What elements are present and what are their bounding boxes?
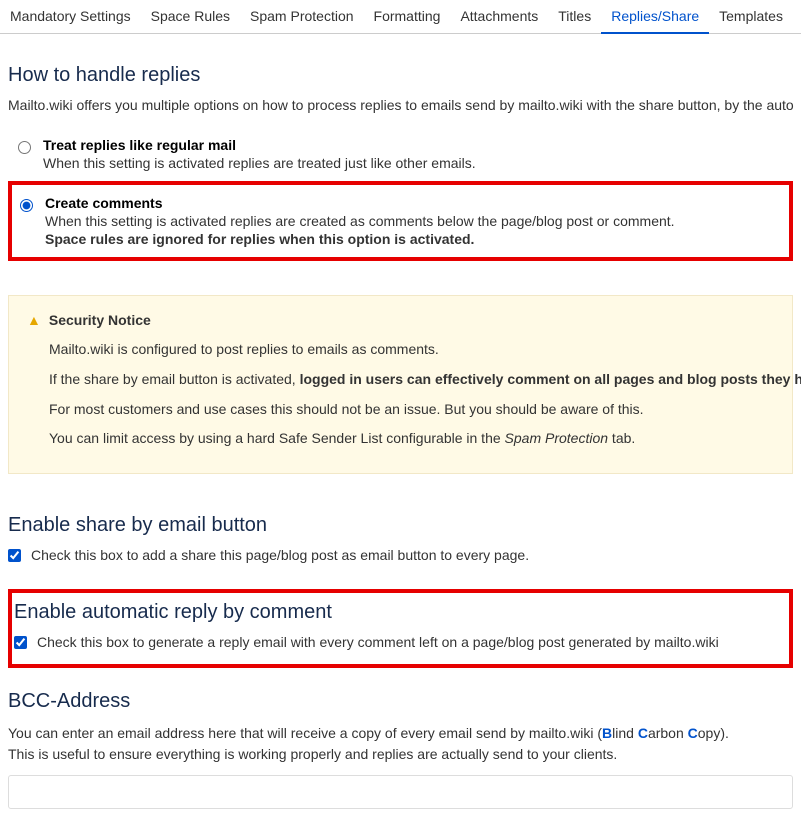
heading-handle-replies: How to handle replies: [8, 64, 793, 87]
radio-create-comments[interactable]: [20, 199, 33, 212]
checkbox-auto-reply[interactable]: [14, 636, 27, 649]
security-notice: ▲ Security Notice Mailto.wiki is configu…: [8, 295, 793, 474]
section-bcc: BCC-Address You can enter an email addre…: [8, 690, 793, 809]
option1-desc: When this setting is activated replies a…: [43, 155, 476, 171]
warning-icon: ▲: [27, 312, 41, 328]
intro-text: Mailto.wiki offers you multiple options …: [8, 97, 793, 113]
notice-line4: You can limit access by using a hard Saf…: [49, 427, 774, 451]
heading-auto-reply: Enable automatic reply by comment: [14, 601, 781, 624]
heading-bcc: BCC-Address: [8, 690, 793, 713]
tab-mandatory-settings[interactable]: Mandatory Settings: [0, 0, 141, 33]
tab-replies-share[interactable]: Replies/Share: [601, 0, 709, 34]
tab-attachments[interactable]: Attachments: [450, 0, 548, 33]
highlight-box-1: 1. Create comments When this setting is …: [8, 181, 793, 261]
bcc-address-input[interactable]: [8, 775, 793, 809]
option2-desc: When this setting is activated replies a…: [45, 213, 675, 229]
highlight-box-2: 2. Enable automatic reply by comment Che…: [8, 589, 793, 668]
radio-treat-regular[interactable]: [18, 141, 31, 154]
bcc-description: You can enter an email address here that…: [8, 723, 793, 765]
notice-line1: Mailto.wiki is configured to post replie…: [49, 338, 774, 362]
tab-bar: Mandatory Settings Space Rules Spam Prot…: [0, 0, 801, 34]
checkbox-share-label: Check this box to add a share this page/…: [31, 547, 529, 563]
notice-line2: If the share by email button is activate…: [49, 368, 774, 392]
option2-bold: Space rules are ignored for replies when…: [45, 231, 675, 247]
option1-title: Treat replies like regular mail: [43, 137, 476, 153]
checkbox-share-button[interactable]: [8, 549, 21, 562]
tab-space-rules[interactable]: Space Rules: [141, 0, 240, 33]
heading-share-button: Enable share by email button: [8, 514, 793, 537]
tab-formatting[interactable]: Formatting: [364, 0, 451, 33]
tab-spam-protection[interactable]: Spam Protection: [240, 0, 364, 33]
notice-line3: For most customers and use cases this sh…: [49, 398, 774, 422]
notice-title: Security Notice: [49, 312, 151, 328]
radio-row-regular-mail: Treat replies like regular mail When thi…: [8, 131, 793, 177]
tab-titles[interactable]: Titles: [548, 0, 601, 33]
tab-save[interactable]: Save/L: [793, 0, 801, 33]
section-share-button: Enable share by email button Check this …: [8, 514, 793, 563]
checkbox-auto-reply-label: Check this box to generate a reply email…: [37, 634, 719, 650]
option2-title: Create comments: [45, 195, 675, 211]
tab-templates[interactable]: Templates: [709, 0, 793, 33]
